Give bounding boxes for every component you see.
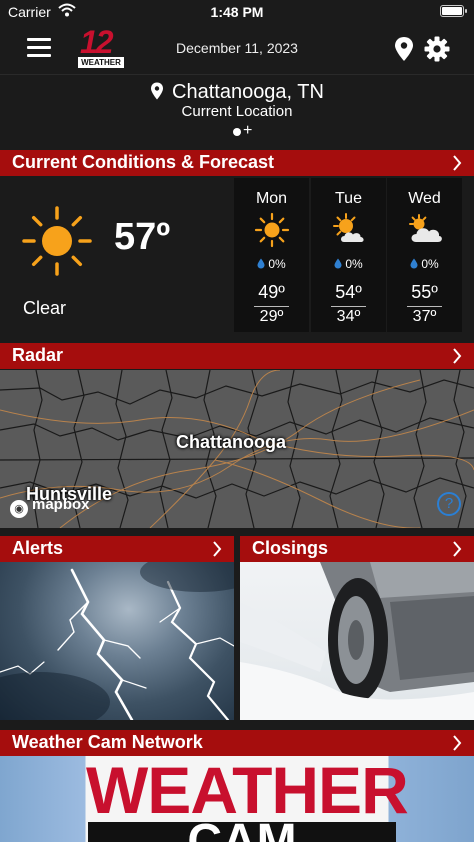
precip-value: 0% [345,257,363,271]
battery-icon [440,5,467,17]
forecast-high: 49º [258,282,285,302]
app-header: 12 WEATHER December 11, 2023 [0,24,474,74]
snowy-car-icon [240,562,474,720]
current-conditions[interactable]: 57º Clear Mon 0% 49º 29º Tue 0% 54º 34º … [0,176,474,340]
location-selector[interactable]: Chattanooga, TN Current Location + [0,74,474,150]
forecast-day-card[interactable]: Wed 0% 55º 37º [387,178,462,332]
partly-cloudy-icon [333,213,364,242]
conditions-header-bar[interactable]: Current Conditions & Forecast [0,150,474,176]
precip-value: 0% [421,257,439,271]
hi-lo-divider [407,306,442,307]
location-name-row: Chattanooga, TN [0,81,474,104]
mapbox-logo-icon: ◉ [10,500,28,518]
precip-chance: 0% [234,257,309,271]
alerts-header-bar[interactable]: Alerts [0,536,234,562]
chevron-right-icon [453,541,462,557]
sun-icon [254,212,290,248]
radar-title: Radar [12,345,64,365]
status-bar: Carrier 1:48 PM [0,0,474,24]
weather-cam-banner-image[interactable]: WEATHER CAM [0,756,474,842]
chevron-right-icon [453,348,462,364]
raindrop-icon [334,258,342,269]
banner-line-2-box: CAM [88,818,396,842]
location-pin-icon[interactable] [393,36,415,62]
conditions-title: Current Conditions & Forecast [12,152,275,172]
forecast-low: 37º [412,308,437,325]
mapbox-text: mapbox [32,496,90,513]
location-name: Chattanooga, TN [172,81,324,103]
forecast-day: Mon [255,190,288,207]
logo-word: WEATHER [78,57,124,68]
mapbox-attribution[interactable]: ◉ mapbox [10,496,90,518]
location-subtitle: Current Location [181,103,293,120]
weather-cam-header-bar[interactable]: Weather Cam Network [0,730,474,756]
radar-map[interactable]: Chattanooga Huntsville ◉ mapbox ? [0,370,474,528]
add-location-icon[interactable]: + [243,122,252,140]
chevron-right-icon [453,735,462,751]
hi-lo-divider [331,306,366,307]
map-info-button[interactable]: ? [437,492,461,516]
forecast-low: 34º [336,308,361,325]
precip-chance: 0% [311,257,386,271]
alerts-lightning-image[interactable] [0,562,234,720]
closings-snow-car-image[interactable] [240,562,474,720]
chevron-right-icon [453,155,462,171]
raindrop-icon [257,258,265,269]
radar-header-bar[interactable]: Radar [0,343,474,369]
forecast-day: Wed [408,190,441,207]
lightning-bolt-icon [0,562,234,720]
raindrop-icon [410,258,418,269]
sun-icon [22,206,92,276]
forecast-day-card[interactable]: Mon 0% 49º 29º [234,178,309,332]
forecast-day: Tue [335,190,362,207]
location-marker-icon [151,82,164,100]
weather-cam-title: Weather Cam Network [12,732,203,752]
forecast-high: 54º [335,282,362,302]
forecast-low: 29º [259,308,284,325]
clock: 1:48 PM [210,4,264,20]
forecast-day-card[interactable]: Tue 0% 54º 34º [311,178,386,332]
current-temperature: 57º [114,216,171,258]
precip-chance: 0% [387,257,462,271]
page-indicator[interactable]: + [230,122,260,140]
alerts-title: Alerts [12,538,64,558]
map-city-label: Chattanooga [176,432,286,452]
chevron-right-icon [213,541,222,557]
gear-icon[interactable] [424,36,450,62]
page-dot [233,128,241,136]
precip-value: 0% [268,257,286,271]
forecast-high: 55º [411,282,438,302]
banner-line-2: CAM [187,815,297,842]
closings-title: Closings [252,538,329,558]
current-condition: Clear [23,298,67,318]
closings-header-bar[interactable]: Closings [240,536,474,562]
hi-lo-divider [254,306,289,307]
mostly-cloudy-icon [409,214,442,242]
